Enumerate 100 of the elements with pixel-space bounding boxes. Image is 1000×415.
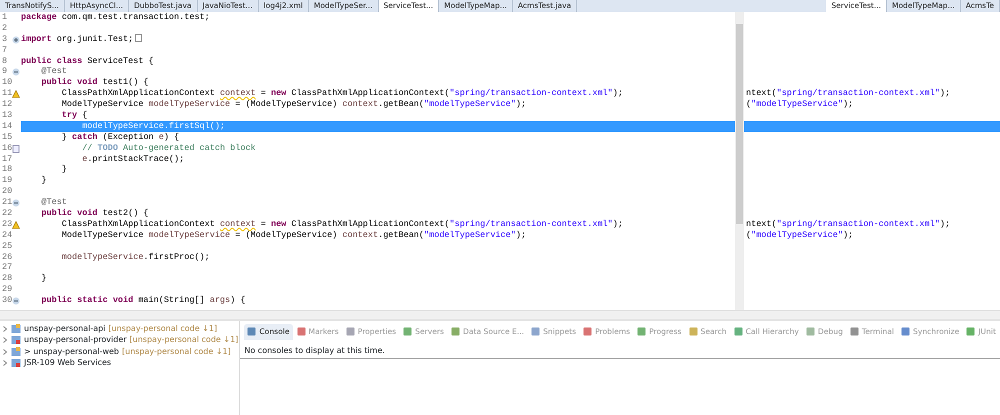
view-icon bbox=[531, 327, 540, 336]
console-message: No consoles to display at this time. bbox=[240, 343, 1000, 359]
code-token: @Test bbox=[40, 197, 67, 208]
line-number: 17 bbox=[2, 154, 12, 164]
project-name[interactable]: JSR-109 Web Services bbox=[24, 357, 112, 370]
line-number: 15 bbox=[2, 132, 12, 142]
code-token: context bbox=[342, 99, 378, 110]
code-token: ModelTypeService bbox=[60, 99, 144, 110]
line-number: 22 bbox=[2, 208, 12, 218]
view-icon bbox=[901, 327, 910, 336]
code-token: ); bbox=[842, 230, 854, 241]
code-token: .printStackTrace(); bbox=[87, 154, 184, 164]
line-number: 8 bbox=[2, 56, 8, 66]
code-token: ntext( bbox=[746, 88, 777, 100]
line-number: 11 bbox=[2, 88, 12, 98]
code-token: context bbox=[220, 218, 256, 230]
line-number: 25 bbox=[2, 240, 12, 251]
code-token: = bbox=[260, 218, 267, 230]
code-token: ); bbox=[842, 99, 854, 110]
view-icon bbox=[296, 327, 306, 336]
code-token: ); bbox=[940, 88, 950, 100]
fold-collapse-icon bbox=[12, 297, 20, 306]
code-token: test2() { bbox=[102, 208, 149, 219]
vertical-scrollbar[interactable] bbox=[735, 12, 744, 310]
view-icon bbox=[451, 327, 460, 336]
view-icon bbox=[637, 327, 646, 336]
task-icon bbox=[12, 144, 20, 153]
view-icon bbox=[806, 327, 815, 336]
code-token: (Exception bbox=[102, 132, 155, 143]
code-token: @Test bbox=[40, 66, 67, 78]
code-token: TODO bbox=[98, 142, 118, 154]
fold-expand-icon bbox=[12, 36, 20, 44]
code-token: Auto-generated catch block bbox=[122, 142, 256, 154]
project-icon bbox=[11, 358, 21, 368]
code-token: org.junit.Test; bbox=[56, 34, 134, 45]
code-token: import bbox=[21, 34, 52, 45]
code-token: new bbox=[270, 88, 286, 100]
code-token: "modelTypeService" bbox=[424, 99, 516, 110]
code-token: modelTypeService bbox=[148, 230, 230, 241]
code-token: test1() { bbox=[102, 77, 149, 88]
code-token: ntext( bbox=[746, 218, 777, 230]
code-token: modelTypeService.firstSql(); bbox=[81, 120, 226, 132]
code-token: } bbox=[40, 175, 47, 186]
project-decoration: [unspay-personal code ↓1] bbox=[122, 346, 231, 358]
project-decoration: [unspay-personal code ↓1] bbox=[130, 334, 238, 346]
code-token: } bbox=[60, 132, 68, 143]
line-number: 10 bbox=[2, 77, 12, 88]
code-token: { bbox=[81, 110, 88, 121]
view-icon bbox=[688, 327, 698, 336]
line-number: 27 bbox=[2, 262, 12, 272]
view-icon bbox=[403, 327, 412, 336]
project-name[interactable]: unspay-personal-api bbox=[24, 322, 106, 335]
line-number: 29 bbox=[2, 284, 12, 294]
code-token: "modelTypeService" bbox=[751, 230, 843, 241]
project-decoration: [unspay-personal code ↓1] bbox=[108, 322, 218, 335]
code-token: package bbox=[21, 12, 57, 23]
project-name[interactable]: > unspay-personal-web bbox=[24, 346, 119, 358]
code-token: "spring/transaction-context.xml" bbox=[450, 88, 613, 100]
line-number: 23 bbox=[2, 218, 12, 229]
code-token: ClassPathXmlApplicationContext( bbox=[290, 88, 450, 100]
code-token: } bbox=[60, 164, 67, 176]
line-number: 20 bbox=[2, 186, 12, 196]
line-number: 16 bbox=[2, 142, 12, 153]
code-token: ModelTypeService bbox=[60, 230, 144, 241]
code-token: ); bbox=[612, 218, 623, 230]
code-token: new bbox=[270, 218, 286, 230]
code-token: ) { bbox=[230, 295, 246, 306]
code-token: ClassPathXmlApplicationContext bbox=[60, 88, 216, 100]
code-token: "spring/transaction-context.xml" bbox=[776, 88, 940, 100]
warning-icon bbox=[12, 220, 20, 229]
line-number: 26 bbox=[2, 252, 12, 262]
view-icon bbox=[583, 327, 592, 336]
view-icon bbox=[734, 327, 743, 336]
project-icon bbox=[11, 346, 21, 357]
folded-import-marker[interactable] bbox=[135, 34, 142, 42]
code-token: ( bbox=[746, 230, 752, 241]
code-token: = (ModelTypeService) bbox=[234, 99, 338, 110]
code-token: "modelTypeService" bbox=[751, 99, 843, 110]
fold-collapse-icon bbox=[12, 199, 20, 208]
line-number: 24 bbox=[2, 230, 12, 240]
code-token: public static void bbox=[40, 295, 134, 306]
code-token: e bbox=[158, 132, 164, 143]
code-token: ServiceTest { bbox=[86, 56, 154, 66]
code-token: ClassPathXmlApplicationContext bbox=[60, 218, 216, 230]
code-token: ); bbox=[940, 218, 950, 230]
line-number: 28 bbox=[2, 273, 12, 284]
line-number: 14 bbox=[2, 120, 12, 131]
horizontal-scrollbar[interactable] bbox=[0, 310, 1000, 319]
code-token: ) { bbox=[164, 132, 180, 143]
project-name[interactable]: unspay-personal-provider bbox=[24, 334, 127, 346]
code-token: ); bbox=[612, 88, 623, 100]
project-icon bbox=[11, 335, 21, 346]
code-token: public void bbox=[40, 208, 98, 219]
view-icon bbox=[850, 327, 859, 336]
line-number: 13 bbox=[2, 110, 12, 120]
line-number: 19 bbox=[2, 175, 12, 186]
project-icon bbox=[11, 324, 21, 334]
code-token: .getBean( bbox=[378, 230, 424, 241]
fold-collapse-icon bbox=[12, 68, 20, 76]
line-number: 12 bbox=[2, 99, 12, 110]
